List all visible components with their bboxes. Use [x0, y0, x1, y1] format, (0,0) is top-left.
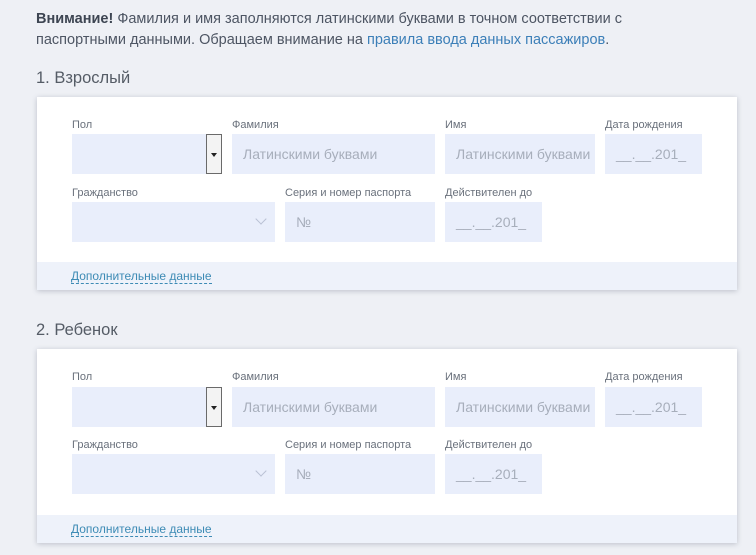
passenger-2-card: Пол Фамилия Латинскими буквами Имя Латин… [37, 349, 737, 543]
passenger-rules-link[interactable]: правила ввода данных пассажиров [367, 32, 605, 48]
passenger-1-title: 1. Взрослый [36, 69, 131, 87]
additional-data-link[interactable]: Дополнительные данные [71, 269, 212, 284]
passport-label: Серия и номер паспорта [285, 187, 412, 199]
name-label: Имя [445, 119, 467, 131]
birth-date-input[interactable]: __.__.201_ [605, 387, 702, 427]
citizenship-select[interactable] [72, 454, 275, 494]
name-input[interactable]: Латинскими буквами [445, 134, 595, 174]
card-footer: Дополнительные данные [37, 515, 737, 543]
notice-text: Внимание! Фамилия и имя заполняются лати… [36, 9, 676, 51]
card-footer: Дополнительные данные [37, 262, 737, 290]
gender-label: Пол [72, 371, 93, 383]
citizenship-label: Гражданство [72, 187, 138, 199]
surname-label: Фамилия [232, 371, 279, 383]
gender-select[interactable] [72, 134, 222, 174]
passport-number-input[interactable]: № [285, 202, 435, 242]
birth-date-input[interactable]: __.__.201_ [605, 134, 702, 174]
birth-date-label: Дата рождения [605, 371, 683, 383]
dropdown-arrow-icon[interactable] [206, 134, 222, 174]
name-input[interactable]: Латинскими буквами [445, 387, 595, 427]
passenger-1-card: Пол Фамилия Латинскими буквами Имя Латин… [37, 97, 737, 290]
citizenship-label: Гражданство [72, 439, 138, 451]
valid-until-label: Действителен до [445, 187, 533, 199]
dropdown-arrow-icon[interactable] [206, 387, 222, 427]
passport-label: Серия и номер паспорта [285, 439, 412, 451]
surname-input[interactable]: Латинскими буквами [232, 387, 435, 427]
passport-number-input[interactable]: № [285, 454, 435, 494]
valid-until-input[interactable]: __.__.201_ [445, 202, 542, 242]
gender-select[interactable] [72, 387, 222, 427]
gender-label: Пол [72, 119, 93, 131]
passenger-2-title: 2. Ребенок [36, 321, 118, 339]
surname-input[interactable]: Латинскими буквами [232, 134, 435, 174]
chevron-down-icon [255, 213, 267, 225]
citizenship-select[interactable] [72, 202, 275, 242]
notice-bold: Внимание! [36, 11, 114, 27]
additional-data-link[interactable]: Дополнительные данные [71, 522, 212, 537]
notice-end: . [605, 32, 610, 48]
valid-until-input[interactable]: __.__.201_ [445, 454, 542, 494]
valid-until-label: Действителен до [445, 439, 533, 451]
surname-label: Фамилия [232, 119, 279, 131]
birth-date-label: Дата рождения [605, 119, 683, 131]
chevron-down-icon [255, 465, 267, 477]
name-label: Имя [445, 371, 467, 383]
